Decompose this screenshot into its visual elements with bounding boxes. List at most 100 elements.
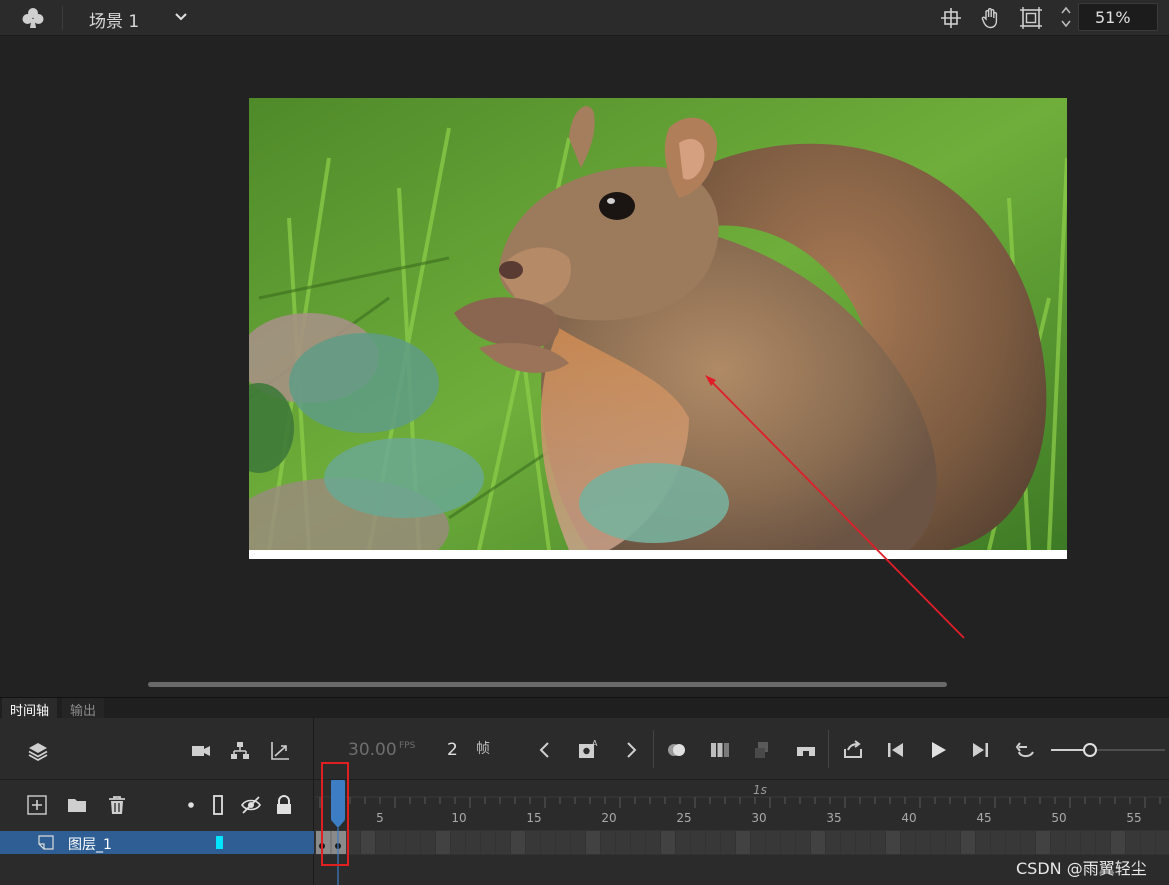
new-layer-icon[interactable]: [26, 794, 48, 816]
ruler-number: 10: [451, 811, 467, 825]
frame-cell: [376, 831, 390, 854]
frame-cell: [706, 831, 720, 854]
tab-timeline[interactable]: 时间轴: [2, 698, 58, 719]
frame-cell: [811, 831, 825, 854]
trash-icon[interactable]: [106, 794, 128, 816]
current-frame[interactable]: 2: [447, 740, 458, 760]
fps-value[interactable]: 30.00: [348, 740, 397, 760]
layer-parenting-icon[interactable]: [229, 740, 251, 762]
timeline-panel: 30.00 FPS 2 帧 A 1s 5 10 15 20 25 30 35 4…: [0, 718, 1169, 885]
go-to-last-frame-icon[interactable]: [969, 739, 991, 761]
insert-keyframe-icon[interactable]: A: [577, 739, 599, 761]
edit-multiple-frames-icon[interactable]: [709, 739, 731, 761]
clip-canvas-icon[interactable]: [1019, 6, 1043, 30]
scene-name[interactable]: 场景 1: [89, 7, 139, 32]
frame-cell: [721, 831, 735, 854]
frame-cell: [691, 831, 705, 854]
frame-cell: [961, 831, 975, 854]
chevron-left-icon[interactable]: [534, 739, 556, 761]
ruler-number: 50: [1051, 811, 1067, 825]
ruler-number: 20: [601, 811, 617, 825]
svg-text:A: A: [592, 739, 598, 748]
frame-cell: [451, 831, 465, 854]
timeline-tabs: 时间轴 输出: [0, 697, 1169, 719]
frame-cell: [466, 831, 480, 854]
frame-cell: [1141, 831, 1155, 854]
loop-frames-icon[interactable]: [795, 739, 817, 761]
frame-strip[interactable]: [315, 830, 1169, 855]
frame-cell: [496, 831, 510, 854]
frame-cell: [751, 831, 765, 854]
frame-cell: [421, 831, 435, 854]
hide-layer-icon[interactable]: [240, 794, 262, 816]
chevron-down-icon[interactable]: [172, 8, 190, 26]
layer-type-icon: [38, 835, 54, 850]
frame-cell: [1051, 831, 1065, 854]
paste-frames-icon[interactable]: [752, 739, 774, 761]
frame-cell: [1156, 831, 1169, 854]
frame-cell: [886, 831, 900, 854]
frame-cell: [661, 831, 675, 854]
stage-horizontal-scrollbar[interactable]: [148, 682, 947, 687]
frame-cell: [931, 831, 945, 854]
frame-cell: [946, 831, 960, 854]
frame-cell: [511, 831, 525, 854]
stage-canvas[interactable]: [249, 98, 1067, 559]
top-toolbar: 场景 1 51%: [0, 0, 1169, 36]
zoom-input[interactable]: 51%: [1078, 3, 1158, 31]
frame-cell: [1021, 831, 1035, 854]
camera-icon[interactable]: [190, 740, 212, 762]
frame-cell: [481, 831, 495, 854]
frame-cell: [586, 831, 600, 854]
second-marker: 1s: [753, 783, 767, 797]
layer-name[interactable]: 图层_1: [68, 834, 112, 854]
frame-cell: [346, 831, 360, 854]
timeline-zoom-slider[interactable]: [1051, 740, 1165, 760]
frame-cell: [391, 831, 405, 854]
frame-cell: [616, 831, 630, 854]
club-icon[interactable]: [20, 5, 46, 31]
frame-ruler[interactable]: 1s 5 10 15 20 25 30 35 40 45 50 55: [315, 780, 1169, 830]
play-icon[interactable]: [927, 739, 949, 761]
frame-cell: [631, 831, 645, 854]
graph-editor-icon[interactable]: [269, 740, 291, 762]
layers-icon[interactable]: [27, 740, 49, 762]
loop-icon[interactable]: [1015, 739, 1037, 761]
ruler-ticks: [315, 796, 1169, 808]
layer-row[interactable]: 图层_1: [0, 831, 314, 854]
squirrel-photo: [249, 98, 1067, 550]
ruler-number: 5: [376, 811, 384, 825]
frame-cell: [1081, 831, 1095, 854]
frame-cell: [676, 831, 690, 854]
toolbar-divider: [828, 730, 829, 768]
frame-cell: [781, 831, 795, 854]
ruler-number: 45: [976, 811, 992, 825]
frame-cell: [916, 831, 930, 854]
toolbar-divider: [653, 730, 654, 768]
frame-cell: [1006, 831, 1020, 854]
go-to-first-frame-icon[interactable]: [885, 739, 907, 761]
frame-cell: [571, 831, 585, 854]
frame-cell: [736, 831, 750, 854]
frame-cell: [826, 831, 840, 854]
dot-icon[interactable]: [180, 794, 202, 816]
zoom-spinner-icon[interactable]: [1057, 2, 1075, 32]
chevron-right-icon[interactable]: [620, 739, 642, 761]
export-icon[interactable]: [842, 739, 864, 761]
frame-cell: [796, 831, 810, 854]
lock-icon[interactable]: [273, 794, 295, 816]
frame-cell: [361, 831, 375, 854]
new-folder-icon[interactable]: [66, 794, 88, 816]
onion-skin-icon[interactable]: [666, 739, 688, 761]
tab-output[interactable]: 输出: [62, 698, 105, 719]
frame-cell: [406, 831, 420, 854]
center-stage-icon[interactable]: [939, 6, 963, 30]
frame-cell: [541, 831, 555, 854]
hand-tool-icon[interactable]: [979, 6, 1003, 30]
frame-cell: [646, 831, 660, 854]
layer-color-swatch[interactable]: [216, 836, 223, 849]
ruler-number: 15: [526, 811, 542, 825]
frame-cell: [1096, 831, 1110, 854]
outline-toggle-icon[interactable]: [207, 794, 229, 816]
watermark: CSDN @雨翼轻尘: [1016, 859, 1147, 878]
